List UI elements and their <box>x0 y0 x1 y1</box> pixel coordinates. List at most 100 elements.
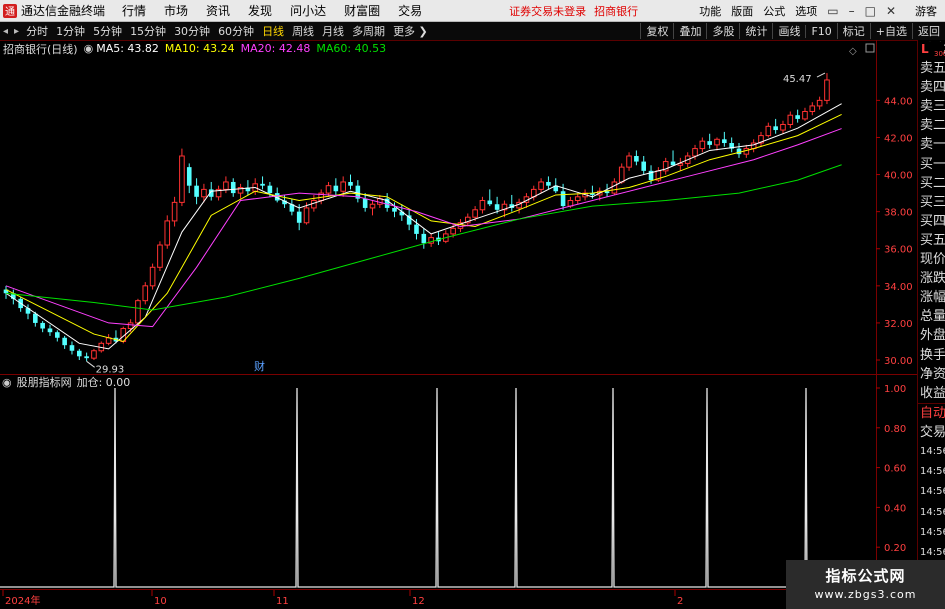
menu-banmian[interactable]: 版面 <box>726 3 758 19</box>
candle-body <box>641 161 647 171</box>
candle-body <box>479 200 486 211</box>
candle-body <box>325 185 332 194</box>
menu-faxian[interactable]: 发现 <box>239 2 281 19</box>
overlay-button[interactable]: 叠加 <box>673 23 706 39</box>
quote-field-20: 交易 <box>920 424 945 440</box>
period-more[interactable]: 更多 ❯ <box>389 23 432 39</box>
user-guest-label[interactable]: 游客 <box>915 3 937 19</box>
menu-shichang[interactable]: 市场 <box>155 2 197 19</box>
period-weekly[interactable]: 周线 <box>288 23 318 39</box>
candle-body <box>296 211 302 223</box>
candle-body <box>765 125 772 137</box>
y-tick-label: 40.00 <box>884 171 913 182</box>
candle-body <box>127 322 134 329</box>
candle-body <box>574 196 581 202</box>
trade-login-notice[interactable]: 证券交易未登录 <box>509 3 586 19</box>
date-tick-label: 10 <box>154 596 167 607</box>
nav-right-icon[interactable]: ▸ <box>11 26 22 37</box>
candle-body <box>787 114 794 125</box>
close-icon[interactable]: ✕ <box>881 4 901 18</box>
menu-gongneng[interactable]: 功能 <box>694 3 726 19</box>
candle-body <box>487 200 493 205</box>
date-tick-label: 11 <box>276 596 289 607</box>
period-toolbar: ◂ ▸ 分时 1分钟 5分钟 15分钟 30分钟 60分钟 日线 周线 月线 多… <box>0 22 945 41</box>
menu-wenxiaoda[interactable]: 问小达 <box>281 2 335 19</box>
watermark: 指标公式网 www.zbgs3.com <box>786 560 945 609</box>
quote-field-18: 收益 <box>920 385 945 401</box>
candle-body <box>722 139 727 144</box>
period-monthly[interactable]: 月线 <box>318 23 348 39</box>
candle-body <box>362 198 368 208</box>
back-button[interactable]: 返回 <box>912 23 945 39</box>
nav-left-icon[interactable]: ◂ <box>0 26 11 37</box>
candle-body <box>538 181 544 190</box>
diamond-icon: ◇ <box>849 46 857 57</box>
menu-gongshi[interactable]: 公式 <box>758 3 790 19</box>
indicator-settings-icon[interactable]: ◉ <box>84 42 94 55</box>
statistics-button[interactable]: 统计 <box>739 23 772 39</box>
signal-line <box>0 387 870 588</box>
quote-field-1: 卖五 <box>920 61 945 77</box>
candle-body <box>55 332 60 338</box>
quote-field-23: 14:56 <box>920 486 945 498</box>
maximize-icon[interactable]: □ <box>860 4 881 18</box>
ma20-label: MA20: 42.48 <box>240 42 311 55</box>
candle-body <box>707 141 712 145</box>
quote-field-11: 现价 <box>920 252 945 268</box>
sub-indicator-settings-icon[interactable]: ◉ <box>2 376 12 389</box>
quote-field-17: 净资 <box>920 366 945 382</box>
period-30min[interactable]: 30分钟 <box>170 23 214 39</box>
candle-body <box>303 207 310 224</box>
candle-body <box>626 155 632 168</box>
level-number: 300 <box>934 50 945 58</box>
quote-field-19: 自动 <box>918 402 945 423</box>
kline-chart[interactable]: 44.00 42.00 40.00 38.00 36.00 34.00 32.00 30.00… <box>0 40 917 609</box>
date-tick-label: 12 <box>412 596 425 607</box>
restore-icon[interactable]: ▭ <box>822 4 843 18</box>
watermark-url: www.zbgs3.com <box>814 588 917 601</box>
candle-body <box>142 285 149 302</box>
candle-body <box>773 126 778 131</box>
quote-field-14: 总量 <box>920 309 945 325</box>
candle-body <box>33 313 38 323</box>
y-tick-label: 36.00 <box>884 245 913 256</box>
sub-y-tick-label: 0.80 <box>884 424 906 435</box>
quote-field-21: 14:56 <box>920 445 945 457</box>
sub-y-tick-label: 0.60 <box>884 464 906 475</box>
ma5-label: MA5: 43.82 <box>96 42 159 55</box>
period-1min[interactable]: 1分钟 <box>52 23 89 39</box>
multi-stock-button[interactable]: 多股 <box>706 23 739 39</box>
period-multi[interactable]: 多周期 <box>348 23 389 39</box>
candle-body <box>824 79 830 101</box>
candle-body <box>450 227 456 235</box>
quote-side-panel: 委比卖五卖四卖三卖二卖一买一买二买三买四买五现价涨跌涨幅总量外盘换手净资收益自动… <box>917 40 945 605</box>
period-fenshi[interactable]: 分时 <box>22 23 52 39</box>
quote-field-2: 卖四 <box>920 80 945 96</box>
minimize-icon[interactable]: – <box>844 4 860 18</box>
candle-body <box>179 155 185 203</box>
period-daily[interactable]: 日线 <box>258 23 288 39</box>
candle-body <box>348 181 353 186</box>
candle-body <box>333 185 339 192</box>
menu-xuanxiang[interactable]: 选项 <box>790 3 822 19</box>
candle-body <box>736 148 742 155</box>
period-60min[interactable]: 60分钟 <box>214 23 258 39</box>
candle-body <box>611 181 618 194</box>
draw-line-button[interactable]: 画线 <box>772 23 805 39</box>
app-title: 通达信金融终端 <box>21 4 106 18</box>
level-letter: L <box>921 42 929 56</box>
f10-button[interactable]: F10 <box>805 24 836 38</box>
menu-bar: 通 通达信金融终端 行情 市场 资讯 发现 问小达 财富圈 交易 证券交易未登录… <box>0 0 945 22</box>
menu-jiaoyi[interactable]: 交易 <box>389 2 431 19</box>
menu-hangqing[interactable]: 行情 <box>113 2 155 19</box>
menu-caifuquan[interactable]: 财富圈 <box>335 2 389 19</box>
period-5min[interactable]: 5分钟 <box>89 23 126 39</box>
add-favorite-button[interactable]: +自选 <box>869 23 912 39</box>
mark-button[interactable]: 标记 <box>836 23 870 39</box>
period-15min[interactable]: 15分钟 <box>126 23 170 39</box>
finance-event-marker: 财 <box>254 359 265 373</box>
menu-zixun[interactable]: 资讯 <box>197 2 239 19</box>
quote-field-24: 14:56 <box>920 506 945 518</box>
candle-body <box>714 138 720 146</box>
fuquan-button[interactable]: 复权 <box>640 23 673 39</box>
